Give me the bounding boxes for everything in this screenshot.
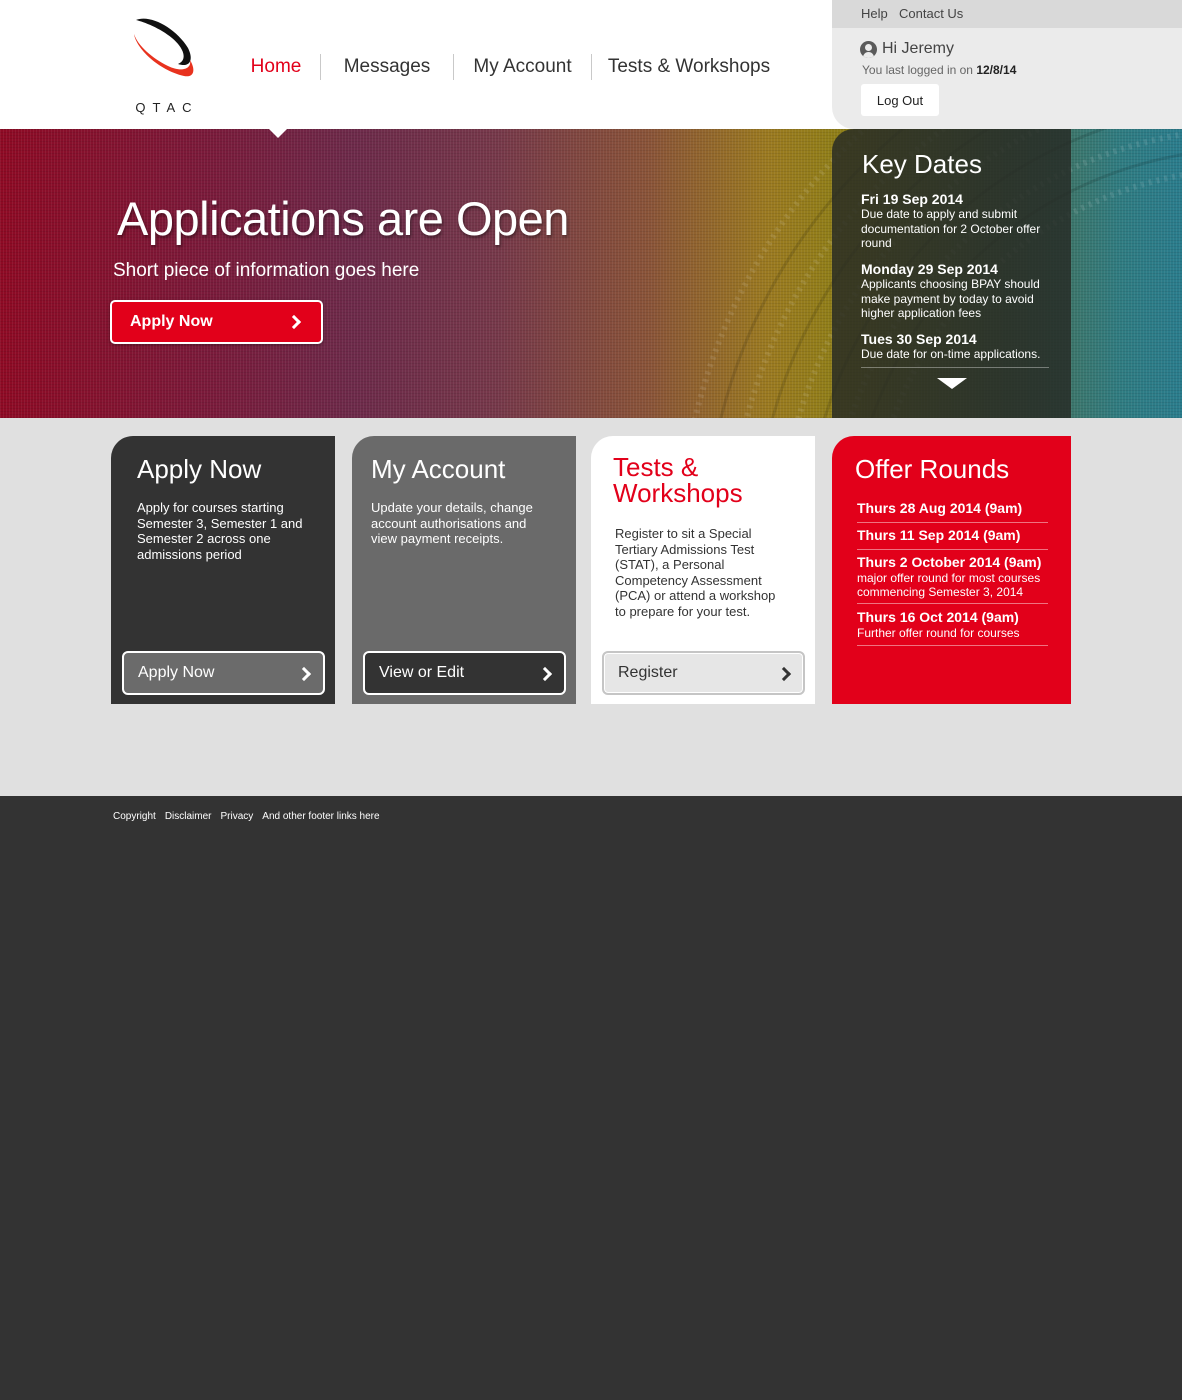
view-or-edit-button[interactable]: View or Edit [363, 651, 566, 695]
button-label: View or Edit [379, 664, 465, 681]
user-icon [860, 40, 877, 58]
logo-wordmark: QTAC [135, 100, 199, 115]
card-description: Update your details, change account auth… [371, 500, 533, 546]
chevron-right-icon [776, 666, 792, 682]
more-dates-arrow-icon[interactable] [937, 378, 967, 389]
offer-rounds-card: Offer Rounds Thurs 28 Aug 2014 (9am) Thu… [832, 436, 1071, 704]
card-title: Offer Rounds [855, 454, 1010, 484]
offer-date: Thurs 11 Sep 2014 (9am) [857, 527, 1021, 543]
footer-link-disclaimer[interactable]: Disclaimer [165, 811, 212, 822]
key-date-item: Tues 30 Sep 2014 Due date for on-time ap… [861, 331, 1049, 368]
offer-round-item: Thurs 2 October 2014 (9am) major offer r… [857, 553, 1048, 604]
button-label: Apply Now [138, 664, 215, 681]
hero-banner: Applications are Open Short piece of inf… [0, 129, 1182, 418]
footer-link-other[interactable]: And other footer links here [262, 811, 379, 822]
key-date-date: Fri 19 Sep 2014 [861, 191, 963, 207]
key-date-date: Tues 30 Sep 2014 [861, 331, 977, 347]
help-link[interactable]: Help [861, 6, 888, 21]
key-date-item: Monday 29 Sep 2014 Applicants choosing B… [861, 261, 1049, 329]
apply-now-card: Apply Now Apply for courses starting Sem… [111, 436, 335, 704]
footer-link-copyright[interactable]: Copyright [113, 811, 156, 822]
user-panel: Help Contact Us Hi Jeremy You last logge… [832, 0, 1182, 129]
offer-date: Thurs 28 Aug 2014 (9am) [857, 500, 1023, 516]
offer-date: Thurs 2 October 2014 (9am) [857, 554, 1042, 570]
footer-links: Copyright Disclaimer Privacy And other f… [113, 811, 380, 822]
card-description: Register to sit a Special Tertiary Admis… [615, 526, 776, 619]
site-header: QTAC Home Messages My Account Tests & Wo… [0, 0, 1182, 129]
offer-date: Thurs 16 Oct 2014 (9am) [857, 609, 1019, 625]
last-login-date: 12/8/14 [976, 63, 1017, 77]
site-footer: Copyright Disclaimer Privacy And other f… [0, 796, 1182, 1400]
nav-item-tests-workshops[interactable]: Tests & Workshops [592, 52, 786, 82]
card-title: My Account [371, 454, 506, 484]
main-nav: Home Messages My Account Tests & Worksho… [232, 52, 786, 82]
feature-cards-area: Apply Now Apply for courses starting Sem… [0, 418, 1182, 796]
qtac-logo[interactable]: QTAC [128, 14, 200, 118]
active-nav-pointer [267, 127, 289, 138]
offer-desc: Further offer round for courses [857, 626, 1020, 640]
hero-subtitle: Short piece of information goes here [113, 260, 420, 281]
my-account-card: My Account Update your details, change a… [352, 436, 576, 704]
key-date-date: Monday 29 Sep 2014 [861, 261, 998, 277]
card-title: Apply Now [137, 454, 262, 484]
nav-item-messages[interactable]: Messages [321, 52, 453, 82]
key-dates-title: Key Dates [862, 149, 982, 179]
swoosh-logo-icon [134, 18, 194, 77]
key-dates-panel: Key Dates Fri 19 Sep 2014 Due date to ap… [832, 129, 1071, 418]
chevron-right-icon [286, 314, 302, 330]
footer-link-privacy[interactable]: Privacy [220, 811, 253, 822]
hero-title: Applications are Open [117, 192, 569, 245]
key-date-desc: Applicants choosing BPAY should make pay… [861, 277, 1040, 320]
hero-apply-now-button[interactable]: Apply Now [110, 300, 323, 344]
key-date-desc: Due date for on-time applications. [861, 347, 1041, 361]
hero-apply-now-label: Apply Now [130, 313, 213, 330]
offer-round-item: Thurs 11 Sep 2014 (9am) [857, 526, 1048, 550]
chevron-right-icon [537, 666, 553, 682]
tests-workshops-card: Tests & Workshops Register to sit a Spec… [591, 436, 815, 704]
card-title: Tests & Workshops [613, 452, 743, 508]
button-label: Register [618, 664, 678, 681]
offer-round-item: Thurs 28 Aug 2014 (9am) [857, 499, 1048, 523]
last-login-info: You last logged in on 12/8/14 [862, 63, 1016, 77]
user-greeting: Hi Jeremy [882, 40, 955, 57]
nav-item-my-account[interactable]: My Account [454, 52, 591, 82]
key-date-desc: Due date to apply and submit documentati… [861, 207, 1041, 250]
utility-bar: Help Contact Us [832, 0, 1182, 28]
key-date-item: Fri 19 Sep 2014 Due date to apply and su… [861, 191, 1049, 259]
last-login-label: You last logged in on [862, 63, 973, 77]
contact-us-link[interactable]: Contact Us [899, 6, 963, 21]
offer-round-item: Thurs 16 Oct 2014 (9am) Further offer ro… [857, 608, 1048, 646]
register-button[interactable]: Register [602, 651, 805, 695]
nav-item-home[interactable]: Home [232, 52, 320, 82]
apply-now-button[interactable]: Apply Now [122, 651, 325, 695]
card-description: Apply for courses starting Semester 3, S… [137, 500, 303, 562]
chevron-right-icon [296, 666, 312, 682]
greeting-row: Hi Jeremy [860, 40, 954, 58]
offer-desc: major offer round for most courses comme… [857, 571, 1041, 599]
logout-button[interactable]: Log Out [861, 84, 939, 116]
